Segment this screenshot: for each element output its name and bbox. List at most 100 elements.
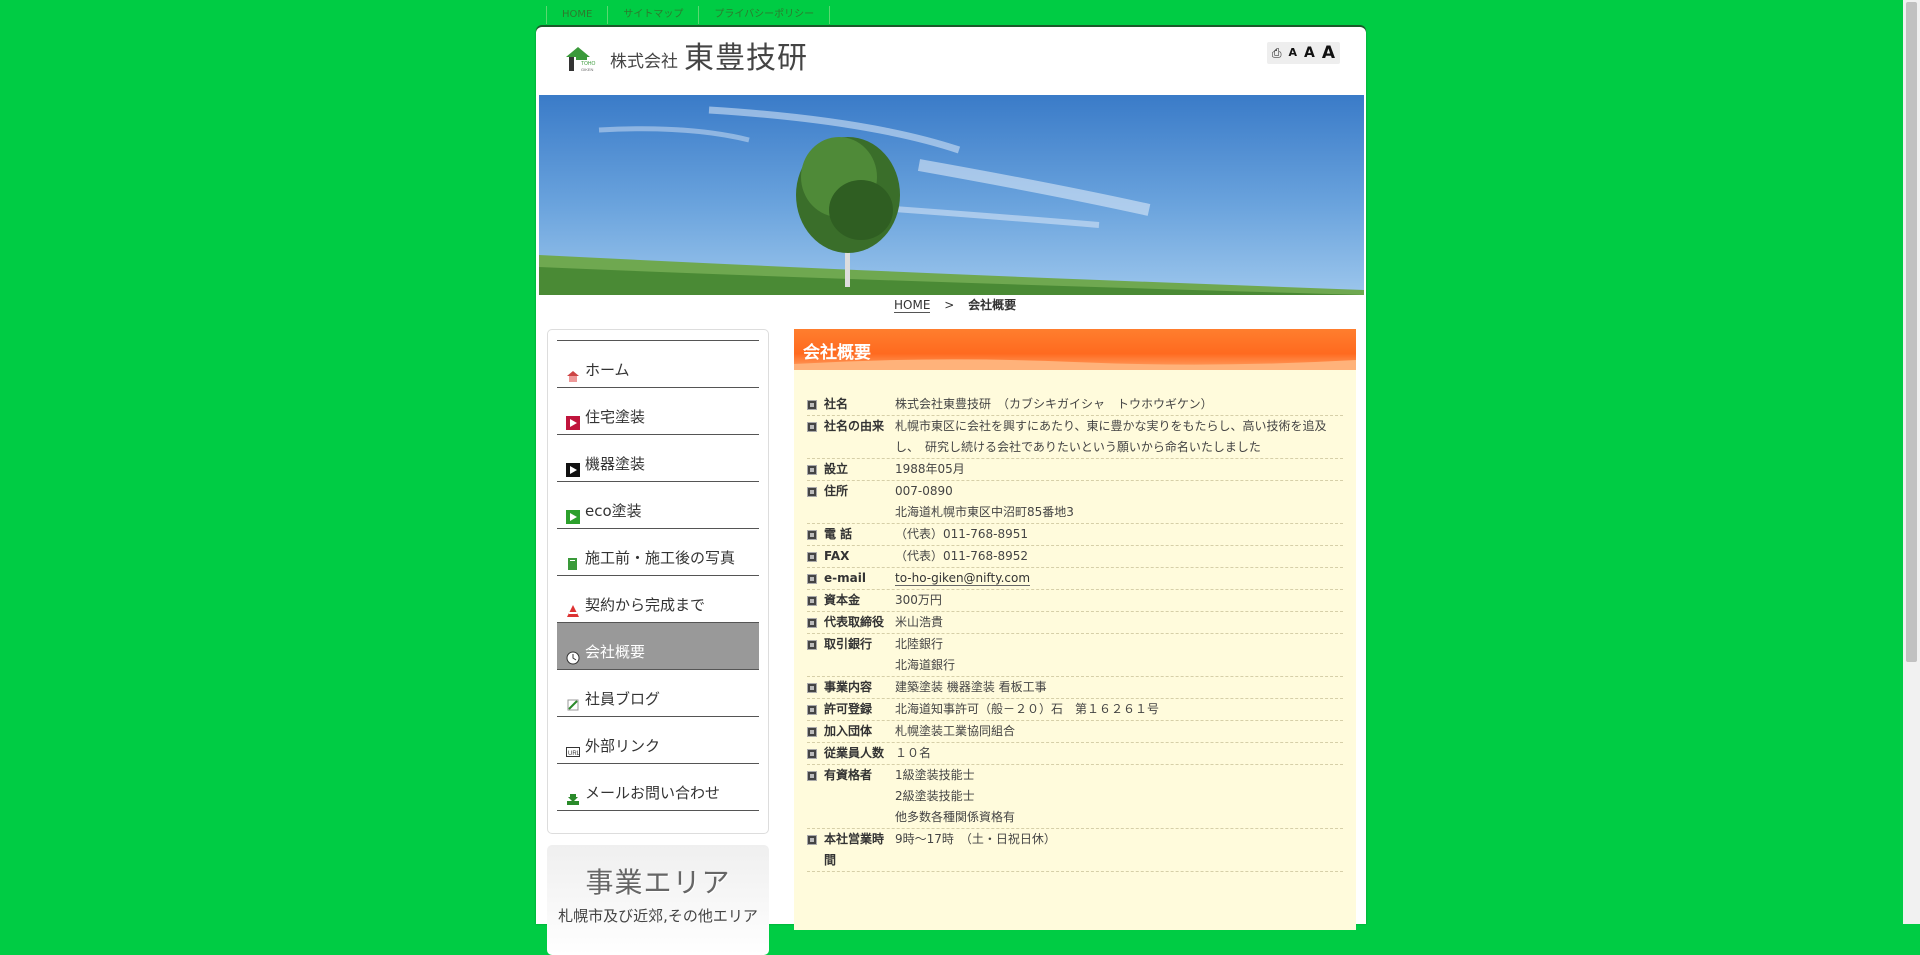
info-value-line: 米山浩貴 bbox=[895, 615, 944, 629]
info-value-cell: （代表）011-768-8952 bbox=[895, 546, 1343, 567]
sidebar-item-label: 会社概要 bbox=[585, 643, 646, 661]
service-area-banner[interactable]: 事業エリア 札幌市及び近郊,その他エリア bbox=[547, 845, 769, 955]
bullet-icon bbox=[807, 771, 817, 781]
sidebar-item-house-painting[interactable]: 住宅塗装 bbox=[557, 388, 759, 435]
info-row: e-mail to-ho-giken@nifty.com bbox=[807, 568, 1343, 590]
sidebar-item-eco-painting[interactable]: eco塗装 bbox=[557, 482, 759, 529]
info-row: 代表取締役 米山浩貴 bbox=[807, 612, 1343, 634]
download-icon bbox=[566, 791, 580, 805]
info-key: 加入団体 bbox=[824, 724, 873, 738]
info-value-line: 9時～17時 （土・日祝日休） bbox=[895, 832, 1056, 846]
sidebar-item-label: ホーム bbox=[585, 361, 630, 379]
sidebar-item-equipment-painting[interactable]: 機器塗装 bbox=[557, 435, 759, 482]
info-key-cell: 代表取締役 bbox=[807, 612, 895, 633]
sidebar-item-home[interactable]: ホーム bbox=[557, 341, 759, 388]
info-key-cell: 従業員人数 bbox=[807, 743, 895, 764]
info-key-cell: 有資格者 bbox=[807, 765, 895, 828]
info-key: 住所 bbox=[824, 484, 849, 498]
info-key: 本社営業時間 bbox=[824, 832, 885, 867]
font-size-large-button[interactable]: A bbox=[1320, 44, 1337, 62]
bullet-icon bbox=[807, 618, 817, 628]
bullet-icon bbox=[807, 552, 817, 562]
info-key: 電 話 bbox=[824, 527, 853, 541]
breadcrumb-current: 会社概要 bbox=[968, 298, 1017, 312]
top-link-privacy[interactable]: プライバシーポリシー bbox=[698, 6, 831, 24]
sidebar-item-label: メールお問い合わせ bbox=[585, 784, 721, 802]
info-value-cell: 9時～17時 （土・日祝日休） bbox=[895, 829, 1343, 871]
info-row: 事業内容 建築塗装 機器塗装 看板工事 bbox=[807, 677, 1343, 699]
bullet-icon bbox=[807, 400, 817, 410]
print-icon[interactable]: ⎙ bbox=[1270, 44, 1284, 62]
company-info-table: 社名 株式会社東豊技研 （カブシキガイシャ トウホウギケン） 社名の由来 札幌市東区に… bbox=[807, 394, 1343, 872]
info-row: 加入団体 札幌塗装工業協同組合 bbox=[807, 721, 1343, 743]
sidebar-item-photos[interactable]: 施工前・施工後の写真 bbox=[557, 529, 759, 576]
info-key-cell: 住所 bbox=[807, 481, 895, 523]
info-value-line: 他多数各種関係資格有 bbox=[895, 810, 1016, 824]
info-value-line: （代表）011-768-8952 bbox=[895, 549, 1029, 563]
info-key: 有資格者 bbox=[824, 768, 873, 782]
info-value-cell: １０名 bbox=[895, 743, 1343, 764]
info-key-cell: 事業内容 bbox=[807, 677, 895, 698]
info-value-cell: 1988年05月 bbox=[895, 459, 1343, 480]
bullet-icon bbox=[807, 596, 817, 606]
info-row: 住所 007-0890 北海道札幌市東区中沼町85番地3 bbox=[807, 481, 1343, 524]
play-icon bbox=[566, 415, 580, 430]
bullet-icon bbox=[807, 422, 817, 432]
sidebar-item-company[interactable]: 会社概要 bbox=[557, 623, 759, 670]
breadcrumb-home-link[interactable]: HOME bbox=[894, 298, 931, 313]
info-value-line: 札幌塗装工業協同組合 bbox=[895, 724, 1016, 738]
title-wave-decoration bbox=[794, 359, 1356, 370]
info-key-cell: 社名 bbox=[807, 394, 895, 415]
sidebar-item-process[interactable]: 契約から完成まで bbox=[557, 576, 759, 623]
info-key: 従業員人数 bbox=[824, 746, 885, 760]
info-key: 事業内容 bbox=[824, 680, 873, 694]
email-link[interactable]: to-ho-giken@nifty.com bbox=[895, 571, 1031, 586]
clock-icon bbox=[566, 650, 580, 665]
site-logo[interactable]: TOHO GIKEN 株式会社 東豊技研 bbox=[564, 44, 808, 74]
bullet-icon bbox=[807, 705, 817, 715]
vertical-scrollbar[interactable] bbox=[1903, 0, 1920, 924]
svg-text:GIKEN: GIKEN bbox=[581, 67, 594, 72]
sidebar-item-contact[interactable]: メールお問い合わせ bbox=[557, 764, 759, 811]
cone-icon bbox=[566, 603, 580, 617]
top-links: HOME サイトマップ プライバシーポリシー bbox=[546, 6, 831, 24]
sidebar-item-blog[interactable]: 社員ブログ bbox=[557, 670, 759, 717]
info-value-cell: 株式会社東豊技研 （カブシキガイシャ トウホウギケン） bbox=[895, 394, 1343, 415]
info-value-line: to-ho-giken@nifty.com bbox=[895, 568, 1339, 589]
info-key: e-mail bbox=[824, 571, 866, 585]
top-link-sitemap[interactable]: サイトマップ bbox=[607, 6, 698, 24]
info-value-cell: 札幌市東区に会社を興すにあたり、東に豊かな実りをもたらし、高い技術を追及し、 研… bbox=[895, 416, 1343, 458]
info-value-line: 2級塗装技能士 bbox=[895, 789, 975, 803]
sidebar-item-links[interactable]: URL 外部リンク bbox=[557, 717, 759, 764]
info-row: 許可登録 北海道知事許可（般－２０）石 第１６２６１号 bbox=[807, 699, 1343, 721]
logo-prefix: 株式会社 bbox=[610, 52, 678, 72]
info-key-cell: 社名の由来 bbox=[807, 416, 895, 458]
sidebar-item-label: 施工前・施工後の写真 bbox=[585, 549, 736, 567]
info-key-cell: 設立 bbox=[807, 459, 895, 480]
info-value-line: 北海道知事許可（般－２０）石 第１６２６１号 bbox=[895, 702, 1160, 716]
info-row: 設立 1988年05月 bbox=[807, 459, 1343, 481]
scrollbar-thumb[interactable] bbox=[1906, 2, 1917, 662]
sidebar-item-label: 契約から完成まで bbox=[585, 596, 706, 614]
info-key: 代表取締役 bbox=[824, 615, 885, 629]
bullet-icon bbox=[807, 640, 817, 650]
info-key-cell: 許可登録 bbox=[807, 699, 895, 720]
info-value-line: 札幌市東区に会社を興すにあたり、東に豊かな実りをもたらし、高い技術を追及し、 研… bbox=[895, 419, 1327, 454]
company-info-panel: 社名 株式会社東豊技研 （カブシキガイシャ トウホウギケン） 社名の由来 札幌市東区に… bbox=[794, 370, 1356, 930]
play-icon bbox=[566, 509, 580, 524]
info-value-line: 北海道札幌市東区中沼町85番地3 bbox=[895, 505, 1074, 519]
sidebar-item-label: 外部リンク bbox=[585, 737, 661, 755]
font-size-small-button[interactable]: A bbox=[1286, 44, 1299, 62]
info-key-cell: e-mail bbox=[807, 568, 895, 589]
info-value-line: 1級塗装技能士 bbox=[895, 768, 975, 782]
document-icon bbox=[566, 556, 580, 570]
bullet-icon bbox=[807, 749, 817, 759]
bullet-icon bbox=[807, 727, 817, 737]
info-row: FAX （代表）011-768-8952 bbox=[807, 546, 1343, 568]
info-value-line: 1988年05月 bbox=[895, 462, 965, 476]
sidebar: ホーム 住宅塗装 機器塗装 eco塗装 施工前・施工後の写真 契約から完成まで bbox=[547, 329, 769, 834]
play-icon bbox=[566, 462, 580, 477]
page-wrapper: TOHO GIKEN 株式会社 東豊技研 ⎙ A A A HOME > 会社概要… bbox=[536, 27, 1366, 955]
top-link-home[interactable]: HOME bbox=[546, 6, 607, 24]
font-size-medium-button[interactable]: A bbox=[1302, 44, 1317, 62]
